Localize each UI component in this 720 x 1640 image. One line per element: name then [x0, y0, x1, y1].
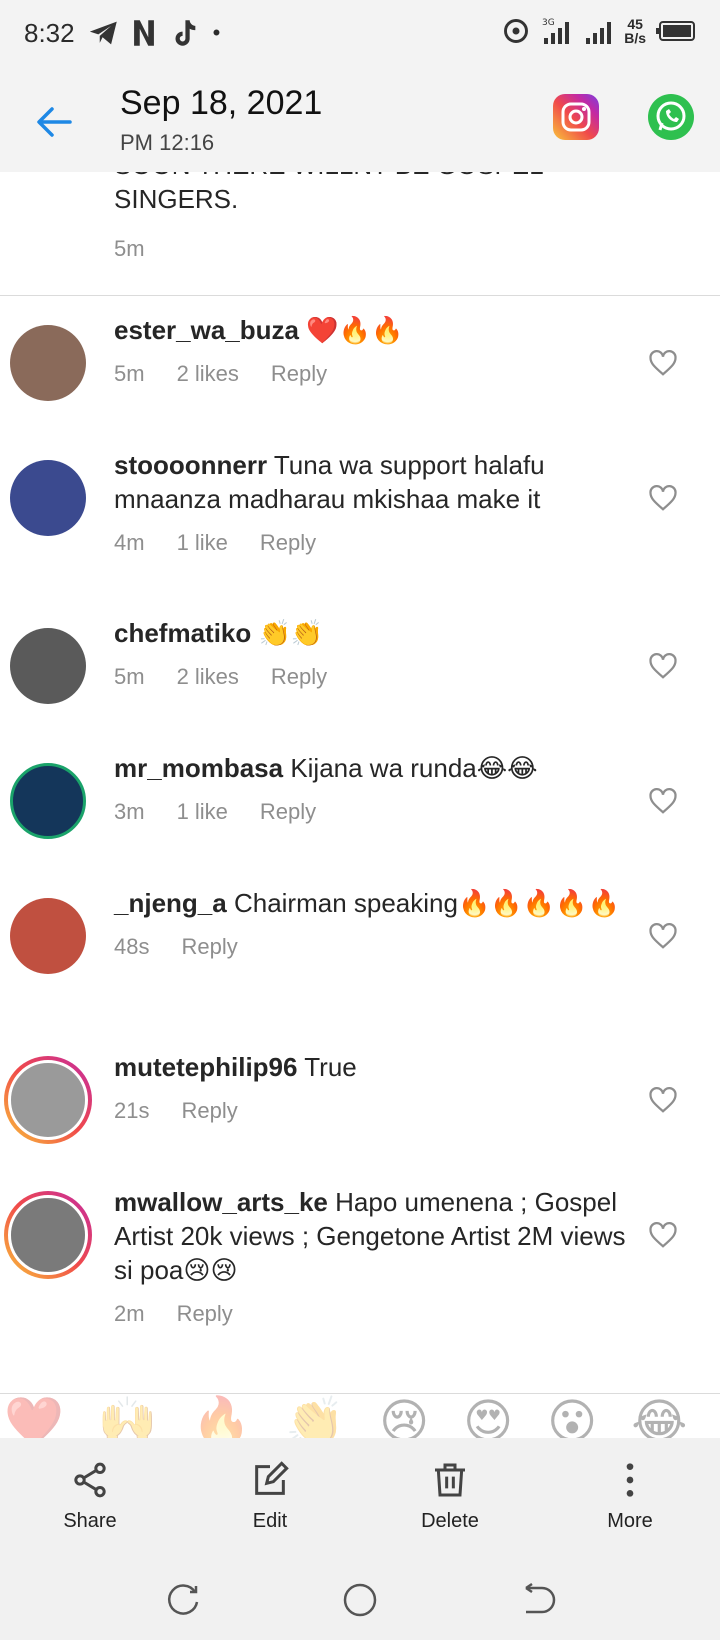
edit-icon: [255, 1461, 289, 1495]
svg-text:3G: 3G: [542, 18, 555, 28]
comment-text: True: [304, 1052, 357, 1082]
emoji-reaction-bar[interactable]: ❤️ 🙌 🔥 👏 😢 😍 😮 😂: [0, 1393, 720, 1438]
notification-dot-icon: •: [212, 20, 221, 45]
heart-icon[interactable]: [648, 1085, 678, 1115]
reaction-surprised[interactable]: 😮: [547, 1393, 597, 1438]
network-speed: 45 B/s: [624, 16, 646, 46]
comment-likes[interactable]: 2 likes: [177, 357, 239, 391]
page-subtitle: PM 12:16: [120, 130, 215, 155]
tiktok-icon: [175, 20, 195, 46]
back-arrow-icon[interactable]: [30, 98, 78, 146]
whatsapp-icon[interactable]: [648, 94, 694, 140]
reply-button[interactable]: Reply: [181, 1094, 237, 1128]
delete-label: Delete: [421, 1510, 479, 1532]
heart-icon[interactable]: [648, 1220, 678, 1250]
comment-likes[interactable]: 2 likes: [177, 660, 239, 694]
partial-comment: SOON THERE WILLNT BE GOSPEL SINGERS. 5m: [114, 160, 674, 262]
share-label: Share: [63, 1510, 117, 1532]
netflix-icon: [133, 20, 154, 46]
status-bar: 8:32 • 3G 45 B/s: [24, 14, 696, 52]
comment-username[interactable]: mwallow_arts_ke: [114, 1187, 328, 1217]
share-icon: [74, 1462, 106, 1498]
comment-time: 2m: [114, 1301, 145, 1326]
delete-button[interactable]: Delete: [390, 1460, 510, 1533]
comment-username[interactable]: chefmatiko: [114, 618, 251, 648]
heart-icon[interactable]: [648, 786, 678, 816]
comment-text: Chairman speaking🔥🔥🔥🔥🔥: [233, 888, 620, 918]
heart-icon[interactable]: [648, 348, 678, 378]
heart-icon[interactable]: [648, 483, 678, 513]
comment-username[interactable]: mutetephilip96: [114, 1052, 297, 1082]
heart-icon[interactable]: [648, 921, 678, 951]
avatar[interactable]: [10, 628, 86, 704]
status-time: 8:32: [24, 17, 75, 48]
comment-username[interactable]: ester_wa_buza: [114, 315, 299, 345]
page-title: Sep 18, 2021: [120, 84, 323, 122]
comment-text: 👏👏: [258, 618, 324, 648]
trash-icon: [435, 1463, 465, 1497]
reaction-raised-hands[interactable]: 🙌: [98, 1393, 158, 1438]
comment-text: ❤️🔥🔥: [306, 315, 404, 345]
reaction-clap[interactable]: 👏: [285, 1393, 345, 1438]
heart-icon[interactable]: [648, 651, 678, 681]
back-nav-icon[interactable]: [516, 1580, 556, 1620]
reaction-heart[interactable]: ❤️: [4, 1393, 64, 1438]
battery-icon: [656, 21, 695, 41]
comment-list[interactable]: SOON THERE WILLNT BE GOSPEL SINGERS. 5m …: [0, 160, 720, 1400]
reaction-heart-eyes[interactable]: 😍: [463, 1393, 513, 1438]
comment-time: 5m: [114, 361, 145, 386]
reaction-fire[interactable]: 🔥: [192, 1393, 252, 1438]
top-bar: 8:32 • 3G 45 B/s Sep 18, 2021 PM 12:16: [0, 0, 720, 172]
reply-button[interactable]: Reply: [271, 660, 327, 694]
hotspot-icon: [504, 19, 529, 43]
share-button[interactable]: Share: [30, 1460, 150, 1533]
comment-time: 5m: [114, 664, 145, 689]
edit-button[interactable]: Edit: [210, 1460, 330, 1533]
avatar[interactable]: [4, 1191, 92, 1279]
reply-button[interactable]: Reply: [260, 526, 316, 560]
status-right: 3G 45 B/s: [502, 16, 696, 46]
more-vertical-icon: [626, 1463, 634, 1497]
comment-text: Kijana wa runda😂😂: [290, 753, 538, 783]
telegram-icon: [89, 21, 117, 45]
avatar[interactable]: [10, 763, 86, 839]
signal-icon: [586, 22, 612, 44]
comment-time: 4m: [114, 530, 145, 555]
comment-username[interactable]: mr_mombasa: [114, 753, 283, 783]
reply-button[interactable]: Reply: [181, 930, 237, 964]
instagram-icon[interactable]: [553, 94, 599, 140]
comment-likes[interactable]: 1 like: [177, 526, 228, 560]
reply-button[interactable]: Reply: [260, 795, 316, 829]
recent-apps-icon[interactable]: [164, 1580, 204, 1620]
more-label: More: [607, 1510, 653, 1532]
more-button[interactable]: More: [570, 1460, 690, 1533]
avatar[interactable]: [4, 1056, 92, 1144]
bottom-action-bar: Share Edit Delete More: [0, 1438, 720, 1640]
avatar[interactable]: [10, 898, 86, 974]
avatar[interactable]: [10, 325, 86, 401]
edit-label: Edit: [252, 1510, 288, 1532]
signal-3g-icon: 3G: [542, 18, 570, 44]
comment-time: 21s: [114, 1098, 150, 1123]
home-icon[interactable]: [340, 1580, 380, 1620]
divider: [0, 295, 720, 296]
reply-button[interactable]: Reply: [271, 357, 327, 391]
comment-username[interactable]: _njeng_a: [114, 888, 227, 918]
reaction-laughing[interactable]: 😂: [631, 1393, 687, 1438]
header: Sep 18, 2021 PM 12:16: [0, 76, 720, 166]
reaction-crying[interactable]: 😢: [379, 1393, 429, 1438]
avatar[interactable]: [10, 460, 86, 536]
comment-time: 3m: [114, 799, 145, 824]
comment-time: 5m: [114, 236, 145, 261]
comment-username[interactable]: stoooonnerr: [114, 450, 267, 480]
comment-likes[interactable]: 1 like: [177, 795, 228, 829]
comment-time: 48s: [114, 934, 150, 959]
reply-button[interactable]: Reply: [177, 1297, 233, 1331]
